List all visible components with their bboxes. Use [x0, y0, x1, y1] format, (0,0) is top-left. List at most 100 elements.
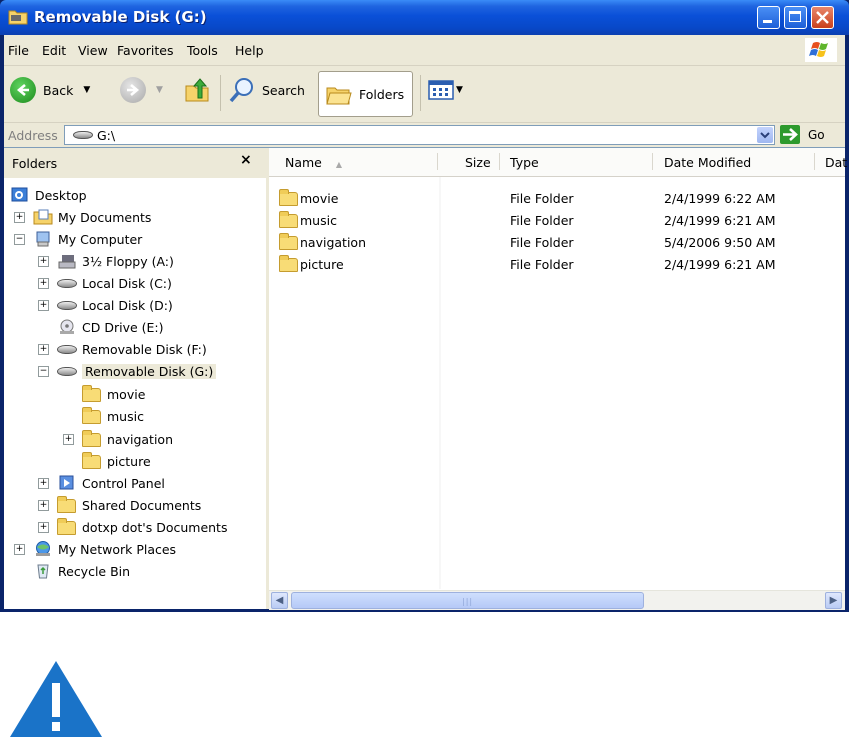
sorted-column-highlight [439, 177, 441, 589]
address-bar: Address G:\ Go [4, 123, 845, 147]
removable-disk-icon [57, 345, 77, 354]
expand-icon[interactable]: + [14, 211, 25, 223]
tree-item-navigation[interactable]: + navigation [63, 429, 173, 449]
menu-favorites[interactable]: Favorites [117, 43, 173, 58]
menu-file[interactable]: File [8, 43, 29, 58]
local-disk-icon [57, 301, 77, 310]
views-dropdown-icon[interactable]: ▼ [456, 85, 463, 95]
column-name[interactable]: Name ▲ [285, 155, 342, 170]
title-bar[interactable]: Removable Disk (G:) [0, 0, 849, 35]
tree-label: music [107, 408, 144, 424]
tree-item-picture[interactable]: picture [82, 451, 151, 471]
folder-icon [82, 430, 101, 447]
scroll-left-button[interactable]: ◀ [271, 592, 288, 609]
file-row[interactable]: music [279, 209, 337, 231]
folder-icon [279, 255, 298, 272]
expand-icon[interactable]: + [63, 433, 74, 445]
tree-item-removable-disk-f[interactable]: + Removable Disk (F:) [38, 339, 207, 359]
file-row[interactable]: movie [279, 187, 338, 209]
tree-item-user-documents[interactable]: + dotxp dot's Documents [38, 517, 227, 537]
maximize-button[interactable] [784, 6, 807, 29]
tree-item-music[interactable]: music [82, 406, 144, 426]
go-button[interactable] [780, 125, 800, 144]
folders-button[interactable]: Folders [318, 71, 413, 117]
minimize-button[interactable] [757, 6, 780, 29]
views-button[interactable]: ▼ [428, 71, 463, 109]
tree-label: My Computer [58, 231, 143, 247]
tree-item-cd-drive-e[interactable]: CD Drive (E:) [38, 317, 164, 337]
menu-tools[interactable]: Tools [187, 43, 218, 58]
network-icon [36, 541, 50, 556]
tree-item-my-computer[interactable]: − My Computer [14, 229, 142, 249]
expand-icon[interactable]: + [38, 277, 49, 289]
warning-icon [10, 661, 102, 737]
column-date-modified[interactable]: Date Modified [664, 155, 751, 170]
tree-label: Shared Documents [82, 497, 202, 513]
address-dropdown-button[interactable] [757, 127, 773, 143]
grip-icon: ||| [462, 597, 474, 606]
file-row[interactable]: navigation [279, 231, 366, 253]
tree-item-my-network-places[interactable]: + My Network Places [14, 539, 176, 559]
address-input[interactable]: G:\ [64, 125, 775, 145]
tree-label: CD Drive (E:) [82, 319, 164, 335]
file-date: 2/4/1999 6:21 AM [664, 256, 776, 272]
horizontal-scrollbar[interactable]: ◀ ||| ▶ [269, 590, 845, 610]
column-extra[interactable]: Dat [825, 155, 847, 170]
file-type: File Folder [510, 256, 574, 272]
views-icon [428, 80, 454, 100]
column-divider[interactable] [437, 153, 438, 170]
search-button[interactable]: Search [227, 71, 305, 109]
tree-item-floppy-a[interactable]: + 3½ Floppy (A:) [38, 251, 174, 271]
tree-label: 3½ Floppy (A:) [82, 253, 174, 269]
back-button[interactable]: Back ▼ [10, 71, 90, 109]
tree-item-local-disk-c[interactable]: + Local Disk (C:) [38, 273, 172, 293]
expand-icon[interactable]: + [38, 299, 49, 311]
file-row[interactable]: picture [279, 253, 344, 275]
collapse-icon[interactable]: − [14, 233, 25, 245]
window-title: Removable Disk (G:) [34, 8, 207, 26]
tree-item-shared-documents[interactable]: + Shared Documents [38, 495, 201, 515]
forward-arrow-icon [120, 77, 146, 103]
recycle-bin-icon [37, 564, 49, 579]
folders-pane-header: Folders × [4, 148, 266, 179]
expand-icon[interactable]: + [38, 255, 49, 267]
scroll-right-button[interactable]: ▶ [825, 592, 842, 609]
tree-label: Local Disk (C:) [82, 275, 172, 291]
expand-icon[interactable]: + [14, 543, 25, 555]
tree-item-local-disk-d[interactable]: + Local Disk (D:) [38, 295, 173, 315]
folders-pane-close-button[interactable]: × [240, 152, 252, 168]
tree-item-desktop[interactable]: Desktop [10, 185, 87, 205]
back-dropdown-icon[interactable]: ▼ [83, 85, 90, 95]
tree-item-removable-disk-g[interactable]: − Removable Disk (G:) [38, 361, 217, 381]
menu-edit[interactable]: Edit [42, 43, 66, 58]
my-documents-icon [33, 209, 53, 225]
column-size[interactable]: Size [465, 155, 491, 170]
tree-item-control-panel[interactable]: + Control Panel [38, 473, 165, 493]
up-folder-button[interactable] [184, 71, 212, 109]
close-button[interactable] [811, 6, 834, 29]
column-divider[interactable] [814, 153, 815, 170]
expand-icon[interactable]: + [38, 477, 49, 489]
tree-label: Removable Disk (F:) [82, 341, 207, 357]
column-divider[interactable] [652, 153, 653, 170]
column-name-label: Name [285, 155, 322, 170]
column-type[interactable]: Type [510, 155, 539, 170]
tree-item-movie[interactable]: movie [82, 384, 145, 404]
file-date: 2/4/1999 6:21 AM [664, 212, 776, 228]
file-name: navigation [300, 234, 366, 250]
address-label: Address [8, 128, 58, 143]
floppy-icon [58, 255, 76, 269]
expand-icon[interactable]: + [38, 521, 49, 533]
forward-button[interactable]: ▼ [120, 71, 163, 109]
menu-view[interactable]: View [78, 43, 108, 58]
tree-item-recycle-bin[interactable]: Recycle Bin [33, 561, 130, 581]
expand-icon[interactable]: + [38, 343, 49, 355]
collapse-icon[interactable]: − [38, 365, 49, 377]
expand-icon[interactable]: + [38, 499, 49, 511]
scroll-thumb[interactable]: ||| [291, 592, 644, 609]
go-label[interactable]: Go [808, 128, 825, 142]
menu-help[interactable]: Help [235, 43, 264, 58]
column-divider[interactable] [499, 153, 500, 170]
tree-item-my-documents[interactable]: + My Documents [14, 207, 151, 227]
forward-dropdown-icon[interactable]: ▼ [156, 85, 163, 95]
